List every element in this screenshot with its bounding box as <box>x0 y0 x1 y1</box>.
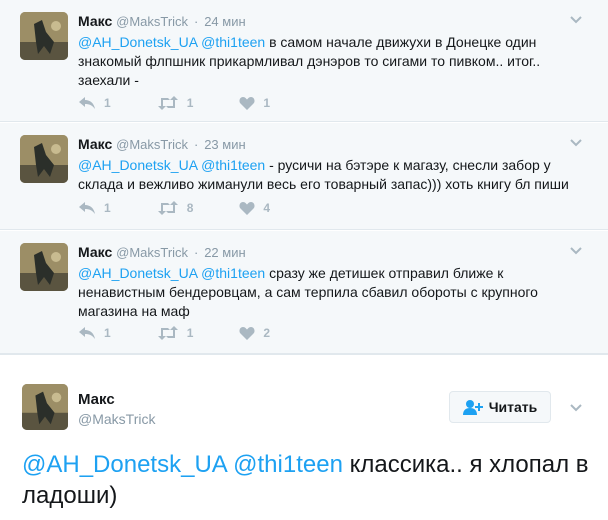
main-tweet: Макс @MaksTrick Читать @AH_Donetsk_UA @t… <box>0 354 608 520</box>
chevron-down-icon[interactable] <box>568 400 584 416</box>
mention-link[interactable]: @thi1teen <box>201 34 265 50</box>
retweet-button[interactable]: 1 <box>157 96 194 110</box>
chevron-down-icon[interactable] <box>568 12 584 28</box>
separator-dot: · <box>193 137 199 152</box>
author-name[interactable]: Макс <box>78 136 112 152</box>
like-count: 1 <box>263 96 271 110</box>
tweet-header: Макс @MaksTrick · 22 мин <box>78 244 246 260</box>
like-count: 2 <box>263 326 271 340</box>
tweet-actions: 1 8 4 <box>78 201 316 215</box>
mention-link[interactable]: @AH_Donetsk_UA <box>78 265 197 281</box>
mention-link[interactable]: @AH_Donetsk_UA <box>78 34 197 50</box>
tweet-text: @AH_Donetsk_UA @thi1teen классика.. я хл… <box>22 449 592 511</box>
reply-count: 1 <box>104 326 111 340</box>
chevron-down-icon[interactable] <box>568 243 584 259</box>
chevron-down-icon[interactable] <box>568 135 584 151</box>
heart-icon <box>239 202 255 215</box>
reply-count: 1 <box>104 201 111 215</box>
tweet-text: @AH_Donetsk_UA @thi1teen - русичи на бэт… <box>78 156 578 194</box>
follow-button[interactable]: Читать <box>449 391 551 423</box>
follow-user-icon <box>462 400 483 415</box>
reply-button[interactable]: 1 <box>78 326 111 340</box>
avatar[interactable] <box>20 135 68 183</box>
author-handle[interactable]: @MaksTrick <box>116 245 188 260</box>
mention-link[interactable]: @thi1teen <box>201 157 265 173</box>
avatar[interactable] <box>22 384 68 430</box>
like-button[interactable]: 1 <box>239 96 270 110</box>
tweet-header: Макс @MaksTrick · 24 мин <box>78 13 246 29</box>
retweet-count: 1 <box>186 96 194 110</box>
reply-icon <box>79 327 95 339</box>
author-handle[interactable]: @MaksTrick <box>116 14 188 29</box>
like-button[interactable]: 4 <box>239 201 270 215</box>
author-handle[interactable]: @MaksTrick <box>78 411 155 427</box>
mention-link[interactable]: @thi1teen <box>201 265 265 281</box>
reply-count: 1 <box>104 96 111 110</box>
timestamp[interactable]: 24 мин <box>204 14 245 29</box>
tweet-actions: 1 1 1 <box>78 96 316 110</box>
heart-icon <box>239 97 255 110</box>
reply-icon <box>79 97 95 109</box>
author-handle[interactable]: @MaksTrick <box>116 137 188 152</box>
retweet-icon <box>157 326 178 340</box>
retweet-count: 1 <box>186 326 194 340</box>
tweet[interactable]: Макс @MaksTrick · 24 мин @AH_Donetsk_UA … <box>0 0 608 122</box>
tweet[interactable]: Макс @MaksTrick · 23 мин @AH_Donetsk_UA … <box>0 123 608 230</box>
mention-link[interactable]: @thi1teen <box>233 451 343 478</box>
author-name[interactable]: Макс <box>78 391 115 408</box>
retweet-count: 8 <box>186 201 194 215</box>
tweet-header: Макс @MaksTrick · 23 мин <box>78 136 246 152</box>
like-button[interactable]: 2 <box>239 326 270 340</box>
tweet-text: @AH_Donetsk_UA @thi1teen сразу же детише… <box>78 264 578 321</box>
tweet-actions: 1 1 2 <box>78 326 316 340</box>
retweet-icon <box>157 96 178 110</box>
avatar[interactable] <box>20 243 68 291</box>
reply-button[interactable]: 1 <box>78 201 111 215</box>
retweet-button[interactable]: 8 <box>157 201 194 215</box>
avatar-image <box>22 384 68 430</box>
mention-link[interactable]: @AH_Donetsk_UA <box>78 157 197 173</box>
reply-icon <box>79 202 95 214</box>
author-name[interactable]: Макс <box>78 13 112 29</box>
retweet-icon <box>157 201 178 215</box>
separator-dot: · <box>193 245 199 260</box>
heart-icon <box>239 327 255 340</box>
author-name[interactable]: Макс <box>78 244 112 260</box>
separator-dot: · <box>193 14 199 29</box>
mention-link[interactable]: @AH_Donetsk_UA <box>22 451 226 478</box>
tweet[interactable]: Макс @MaksTrick · 22 мин @AH_Donetsk_UA … <box>0 231 608 354</box>
tweet-text: @AH_Donetsk_UA @thi1teen в самом начале … <box>78 33 578 90</box>
follow-label: Читать <box>488 399 538 415</box>
retweet-button[interactable]: 1 <box>157 326 194 340</box>
timestamp[interactable]: 22 мин <box>204 245 245 260</box>
timestamp[interactable]: 23 мин <box>204 137 245 152</box>
like-count: 4 <box>263 201 271 215</box>
avatar-image <box>20 12 68 60</box>
avatar-image <box>20 135 68 183</box>
avatar[interactable] <box>20 12 68 60</box>
avatar-image <box>20 243 68 291</box>
reply-button[interactable]: 1 <box>78 96 111 110</box>
